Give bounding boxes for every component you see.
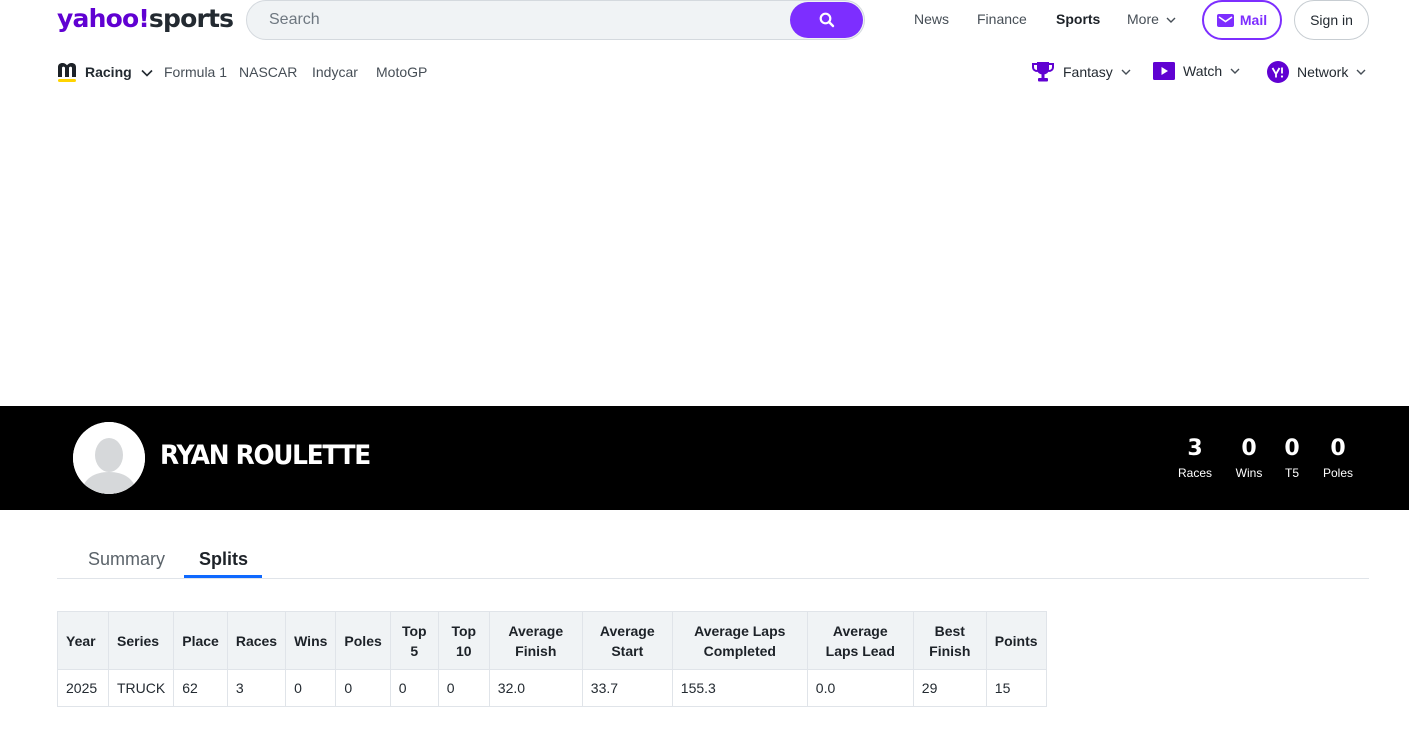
table-cell: 33.7 [581, 669, 673, 707]
yahoo-sports-logo[interactable]: yahoo! sports [57, 3, 234, 35]
column-header[interactable]: Average Finish [488, 611, 583, 670]
search-icon [819, 12, 834, 28]
table-cell: 2025 [57, 669, 109, 707]
play-video-icon [1153, 62, 1175, 80]
nav-finance[interactable]: Finance [977, 11, 1027, 27]
chevron-down-icon [1356, 69, 1366, 75]
chevron-down-icon [1121, 69, 1131, 75]
watch-menu[interactable]: Watch [1153, 61, 1240, 81]
racing-subnav: Racing Formula 1 NASCAR Indycar MotoGP F… [0, 58, 1409, 86]
trophy-icon [1032, 62, 1054, 82]
driver-avatar [73, 422, 145, 494]
chevron-down-icon [1166, 17, 1176, 23]
search-button[interactable] [790, 2, 863, 38]
sign-in-button[interactable]: Sign in [1294, 0, 1369, 40]
driver-tabs: Summary Splits [57, 540, 1369, 579]
logo-suffix: sports [148, 4, 234, 33]
column-header[interactable]: Wins [285, 611, 337, 670]
nav-sports[interactable]: Sports [1056, 11, 1100, 27]
network-label: Network [1297, 64, 1349, 80]
driver-name: RYAN ROULETTE [160, 440, 371, 471]
subnav-indycar[interactable]: Indycar [312, 64, 358, 80]
table-cell: 15 [985, 669, 1047, 707]
stat-label: T5 [1284, 466, 1299, 480]
network-menu[interactable]: Network [1267, 61, 1366, 83]
subnav-nascar[interactable]: NASCAR [239, 64, 297, 80]
stat-value: 3 [1187, 436, 1203, 461]
racing-m-logo-icon[interactable] [57, 61, 77, 83]
table-cell: 0.0 [806, 669, 914, 707]
nav-more-label: More [1127, 11, 1159, 27]
subnav-formula1[interactable]: Formula 1 [164, 64, 227, 80]
column-header[interactable]: Races [226, 611, 287, 670]
table-cell: 3 [226, 669, 287, 707]
search-bar [246, 0, 865, 40]
stat-poles: 0 Poles [1319, 436, 1357, 481]
mail-icon [1216, 13, 1234, 27]
column-header[interactable]: Top 10 [437, 611, 490, 670]
fantasy-menu[interactable]: Fantasy [1031, 61, 1131, 83]
table-cell: 0 [335, 669, 391, 707]
subnav-motogp[interactable]: MotoGP [376, 64, 427, 80]
nav-news[interactable]: News [914, 11, 949, 27]
table-header-row: Year Series Place Races Wins Poles Top 5… [57, 611, 1047, 670]
column-header[interactable]: Best Finish [912, 611, 987, 670]
stat-value: 0 [1330, 436, 1346, 461]
racing-menu[interactable]: Racing [85, 64, 153, 80]
search-input[interactable] [269, 1, 769, 38]
driver-banner: RYAN ROULETTE 3 Races 0 Wins 0 T5 0 Pole… [0, 406, 1409, 510]
stat-top5: 0 T5 [1280, 436, 1304, 481]
table-cell: 29 [912, 669, 987, 707]
stat-wins: 0 Wins [1232, 436, 1266, 481]
table-cell: 32.0 [488, 669, 583, 707]
table-cell: 0 [389, 669, 439, 707]
chevron-down-icon [141, 69, 153, 77]
splits-table: Year Series Place Races Wins Poles Top 5… [57, 611, 1047, 707]
tab-splits[interactable]: Splits [199, 549, 248, 570]
stat-races: 3 Races [1176, 436, 1214, 481]
stat-value: 0 [1284, 436, 1300, 461]
stat-label: Races [1177, 466, 1212, 480]
mail-label: Mail [1239, 12, 1268, 28]
watch-label: Watch [1183, 63, 1223, 79]
racing-label: Racing [85, 64, 132, 80]
column-header[interactable]: Average Laps Lead [806, 611, 914, 670]
column-header[interactable]: Poles [335, 611, 391, 670]
top-bar: yahoo! sports News Finance Sports More M… [0, 0, 1409, 40]
column-header[interactable]: Place [173, 611, 228, 670]
column-header[interactable]: Top 5 [389, 611, 439, 670]
column-header[interactable]: Average Laps Completed [671, 611, 808, 670]
column-header[interactable]: Points [985, 611, 1047, 670]
logo-prefix: yahoo! [57, 4, 150, 33]
table-cell: 0 [285, 669, 337, 707]
active-tab-indicator [184, 575, 262, 578]
table-row: 2025 TRUCK 62 3 0 0 0 0 32.0 33.7 155.3 … [57, 669, 1047, 707]
table-cell: 155.3 [671, 669, 808, 707]
table-cell: TRUCK [107, 669, 175, 707]
column-header[interactable]: Average Start [581, 611, 673, 670]
stat-label: Poles [1322, 466, 1354, 480]
person-silhouette-icon [73, 422, 145, 494]
yahoo-network-icon [1267, 61, 1289, 83]
chevron-down-icon [1230, 68, 1240, 74]
table-cell: 62 [173, 669, 228, 707]
column-header[interactable]: Year [57, 611, 109, 670]
nav-more[interactable]: More [1127, 11, 1176, 27]
table-cell: 0 [437, 669, 490, 707]
stat-value: 0 [1241, 436, 1257, 461]
tab-summary[interactable]: Summary [88, 549, 165, 570]
column-header[interactable]: Series [107, 611, 175, 670]
fantasy-label: Fantasy [1063, 64, 1113, 80]
stat-label: Wins [1235, 466, 1263, 480]
mail-button[interactable]: Mail [1202, 0, 1282, 40]
